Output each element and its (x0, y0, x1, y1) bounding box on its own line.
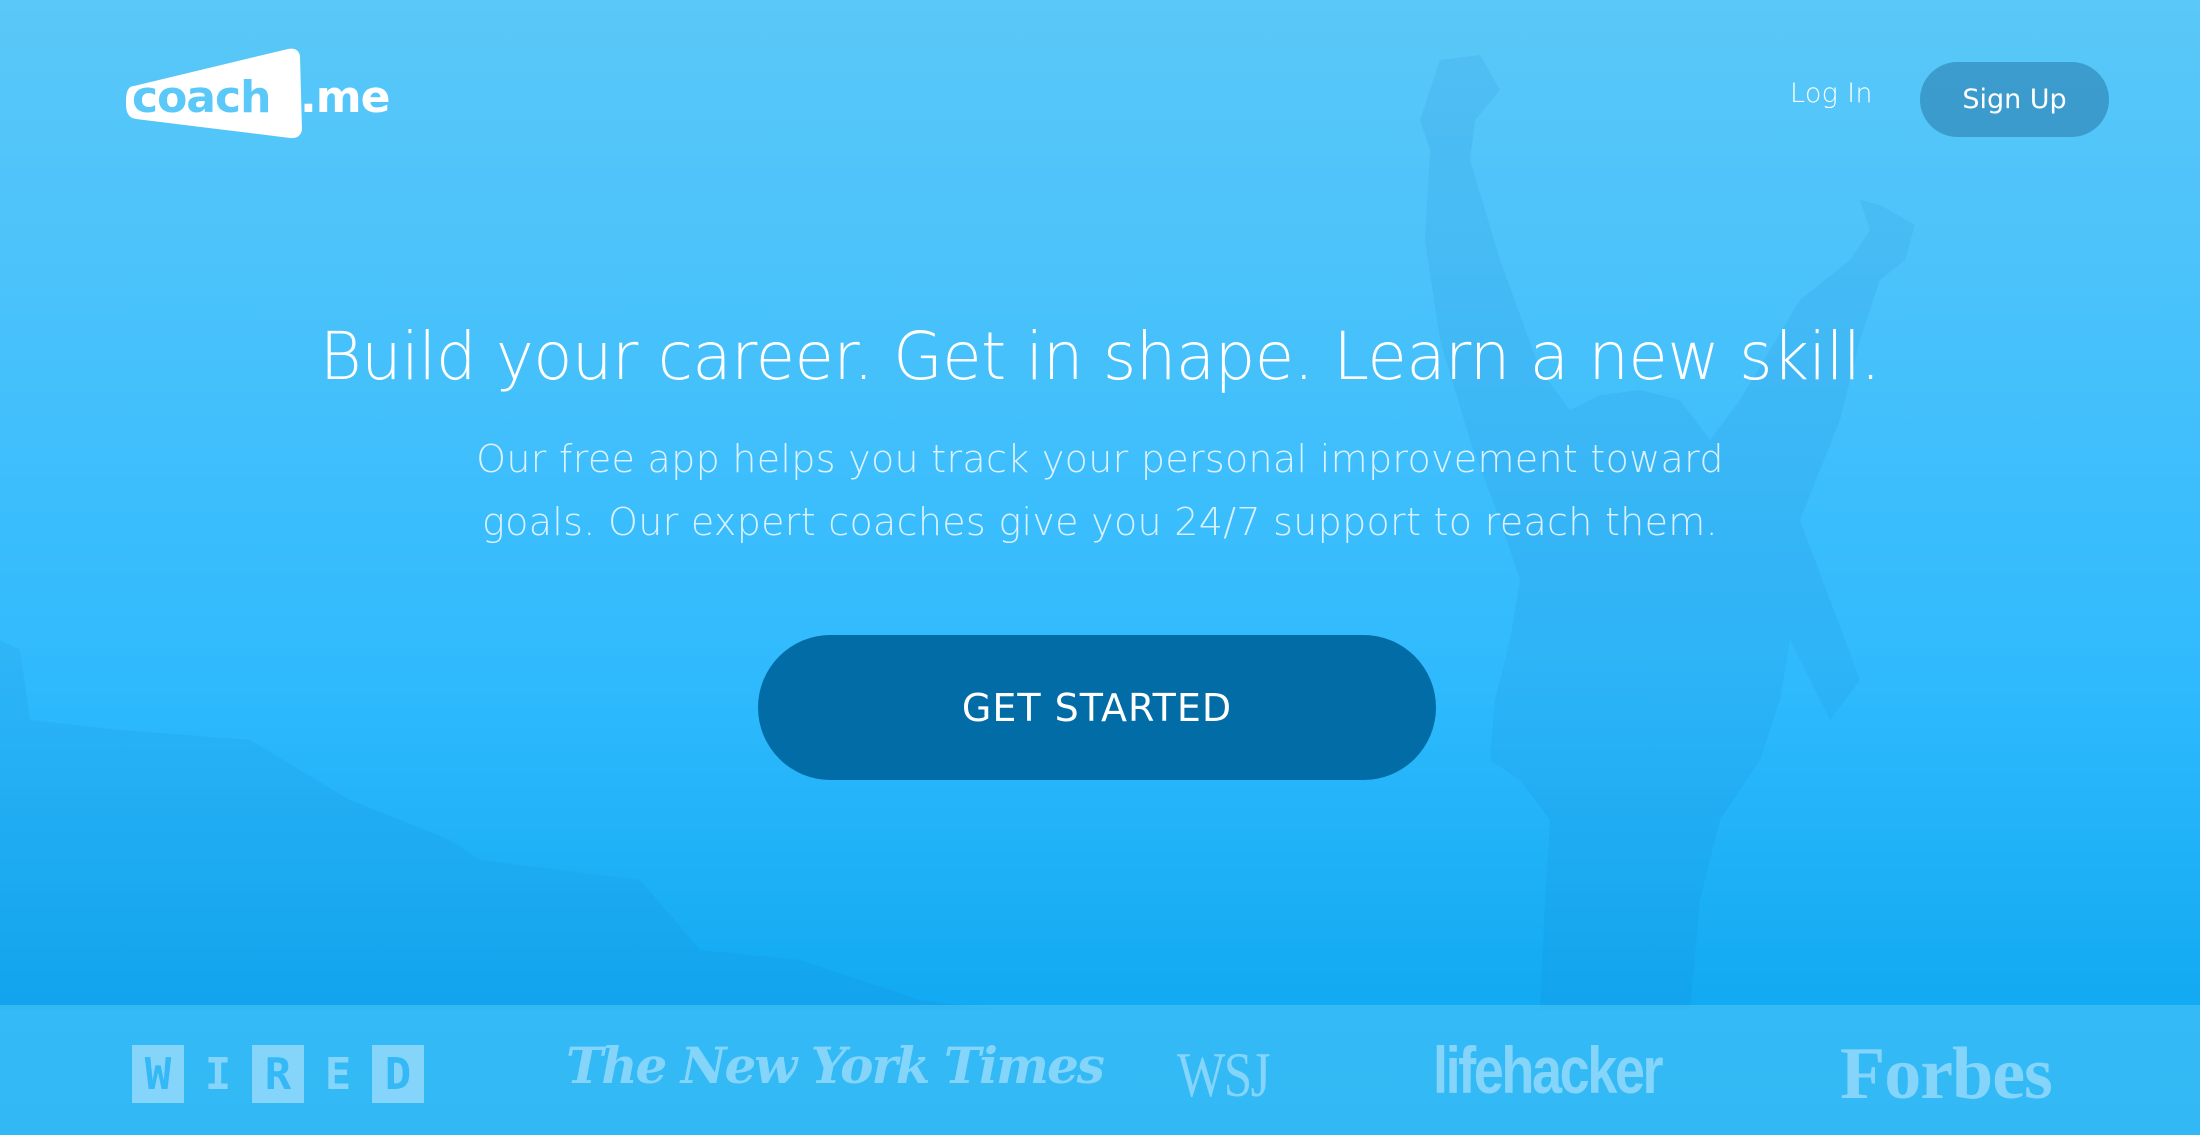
hero-subtitle-line-2: goals. Our expert coaches give you 24/7 … (482, 500, 1718, 544)
wired-letter: W (132, 1045, 184, 1103)
wired-letter: E (324, 1048, 352, 1100)
hero-headline: Build your career. Get in shape. Learn a… (319, 318, 1881, 395)
get-started-button[interactable]: GET STARTED (758, 635, 1436, 780)
hero-subtitle-line-1: Our free app helps you track your person… (476, 437, 1724, 481)
wired-letter: R (252, 1045, 304, 1103)
hero-subtitle: Our free app helps you track your person… (400, 428, 1800, 554)
logo-text-main: coach (132, 72, 270, 123)
logo-text-suffix: .me (300, 72, 389, 123)
wired-letter: D (372, 1045, 424, 1103)
coach-me-logo[interactable]: coach .me (122, 46, 412, 141)
signup-button[interactable]: Sign Up (1920, 62, 2109, 137)
nyt-logo: The New York Times (566, 1036, 1105, 1095)
wsj-logo: WSJ (1177, 1039, 1271, 1110)
wired-logo: W I R E D (132, 1045, 424, 1103)
login-link[interactable]: Log In (1790, 78, 1873, 109)
hero-background-image (0, 55, 1915, 1010)
signup-button-label: Sign Up (1962, 84, 2067, 115)
get-started-label: GET STARTED (961, 685, 1233, 730)
forbes-logo: Forbes (1840, 1033, 2053, 1115)
lifehacker-logo: lifehacker (1433, 1033, 1664, 1107)
wired-letter: I (204, 1048, 232, 1100)
